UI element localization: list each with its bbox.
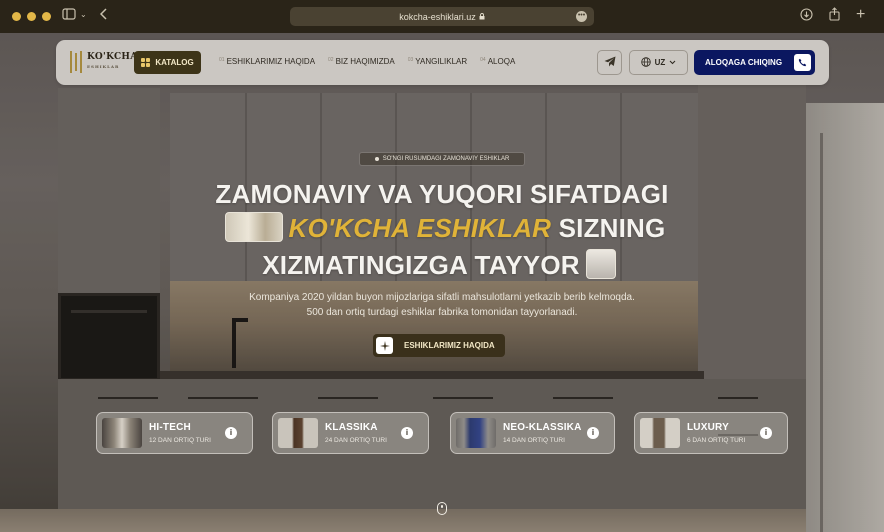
about-doors-label: ESHIKLARIMIZ HAQIDA <box>404 341 495 350</box>
category-card-neo-klassika[interactable]: NEO-KLASSIKA 14 DAN ORTIQ TURI i <box>450 412 615 454</box>
nav-link-about-doors[interactable]: 01 ESHIKLARIMIZ HAQIDA <box>219 57 315 66</box>
url-text: kokcha-eshiklari.uz <box>399 11 476 22</box>
new-tab-icon[interactable]: + <box>856 6 865 24</box>
catalog-label: KATALOG <box>155 58 194 67</box>
door-thumbnail-image <box>224 212 283 243</box>
minimize-window-button[interactable] <box>27 12 36 21</box>
category-name: KLASSIKA <box>325 422 378 433</box>
telegram-icon <box>604 54 616 72</box>
language-label: UZ <box>654 58 666 67</box>
category-count: 14 DAN ORTIQ TURI <box>503 437 565 444</box>
logo-subtext: ESHIKLAR <box>87 64 120 69</box>
category-count: 6 DAN ORTIQ TURI <box>687 437 746 444</box>
hero-title-line-3: XIZMATINGIZGA TAYYOR <box>0 249 884 282</box>
category-thumbnail <box>278 418 318 448</box>
lock-icon <box>479 12 485 22</box>
contact-us-button[interactable]: ALOQAGA CHIQING <box>694 50 815 75</box>
hero-title-line-1: ZAMONAVIY VA YUQORI SIFATDAGI <box>215 179 669 209</box>
hero-section <box>0 33 884 532</box>
category-name: NEO-KLASSIKA <box>503 422 582 433</box>
phone-icon <box>794 54 811 71</box>
address-bar[interactable]: kokcha-eshiklari.uz ••• <box>290 7 594 26</box>
grid-icon <box>141 58 151 67</box>
info-icon[interactable]: i <box>760 427 772 439</box>
hero-description-1: Kompaniya 2020 yildan buyon mijozlariga … <box>249 292 635 303</box>
category-name: LUXURY <box>687 422 729 433</box>
site-header: KO'KCHA ESHIKLAR KATALOG 01 ESHIKLARIMIZ … <box>56 40 829 85</box>
browser-toolbar: ⌄ kokcha-eshiklari.uz ••• + <box>0 0 884 33</box>
site-logo[interactable]: KO'KCHA ESHIKLAR <box>70 51 138 73</box>
contact-label: ALOQAGA CHIQING <box>705 58 783 67</box>
about-doors-button[interactable]: ESHIKLARIMIZ HAQIDA <box>373 334 505 357</box>
info-icon[interactable]: i <box>401 427 413 439</box>
language-selector[interactable]: UZ <box>629 50 688 75</box>
nav-link-about-us[interactable]: 02 BIZ HAQIMIZDA <box>328 57 395 66</box>
info-icon[interactable]: i <box>225 427 237 439</box>
catalog-button[interactable]: KATALOG <box>134 51 201 74</box>
sidebar-toggle-icon[interactable] <box>62 8 76 23</box>
chevron-down-icon <box>669 58 676 67</box>
page-menu-icon[interactable]: ••• <box>576 11 587 22</box>
category-thumbnail <box>640 418 680 448</box>
scroll-down-icon[interactable] <box>437 502 447 515</box>
category-card-hi-tech[interactable]: HI-TECH 12 DAN ORTIQ TURI i <box>96 412 253 454</box>
download-icon[interactable] <box>800 8 813 24</box>
share-icon[interactable] <box>829 7 840 24</box>
logo-text: KO'KCHA <box>87 52 138 62</box>
window-controls <box>12 12 51 21</box>
telegram-button[interactable] <box>597 50 622 75</box>
category-thumbnail <box>456 418 496 448</box>
hero-badge: SO'NGI RUSUMDAGI ZAMONAVIY ESHIKLAR <box>359 152 525 166</box>
nav-link-news[interactable]: 03 YANGILIKLAR <box>408 57 467 66</box>
sparkle-icon <box>376 337 393 354</box>
door-thumbnail-image <box>585 249 616 280</box>
category-count: 24 DAN ORTIQ TURI <box>325 437 387 444</box>
main-nav: 01 ESHIKLARIMIZ HAQIDA 02 BIZ HAQIMIZDA 03… <box>219 57 528 66</box>
chevron-down-icon[interactable]: ⌄ <box>80 10 87 19</box>
hero-title-line-2-rest: SIZNING <box>558 213 666 243</box>
category-name: HI-TECH <box>149 422 191 433</box>
category-thumbnail <box>102 418 142 448</box>
category-card-klassika[interactable]: KLASSIKA 24 DAN ORTIQ TURI i <box>272 412 429 454</box>
dot-icon <box>374 157 379 161</box>
zoom-window-button[interactable] <box>42 12 51 21</box>
hero-title-line-2: KO'KCHA ESHIKLAR SIZNING <box>0 212 884 245</box>
nav-link-contact[interactable]: 04 ALOQA <box>480 57 515 66</box>
close-window-button[interactable] <box>12 12 21 21</box>
category-count: 12 DAN ORTIQ TURI <box>149 437 211 444</box>
hero-description-2: 500 dan ortiq turdagi eshiklar fabrika t… <box>306 307 578 318</box>
globe-icon <box>640 56 651 69</box>
info-icon[interactable]: i <box>587 427 599 439</box>
back-arrow-icon[interactable] <box>99 8 108 23</box>
logo-mark-icon <box>70 51 82 73</box>
category-card-luxury[interactable]: LUXURY 6 DAN ORTIQ TURI i <box>634 412 788 454</box>
hero-brand: KO'KCHA ESHIKLAR <box>288 213 552 243</box>
